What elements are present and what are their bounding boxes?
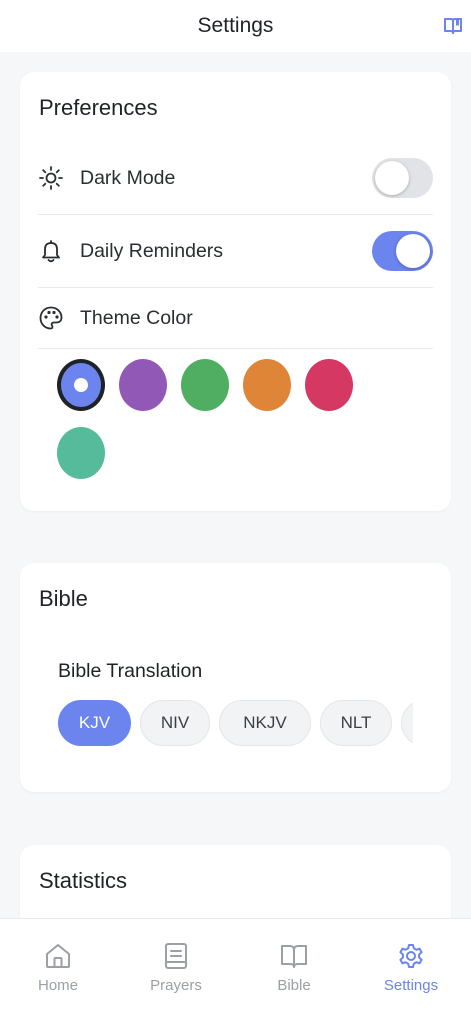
translation-pill[interactable]: NKJV xyxy=(219,700,311,746)
open-book-icon xyxy=(279,941,309,971)
theme-color-label: Theme Color xyxy=(80,306,193,329)
theme-color-swatch[interactable] xyxy=(119,359,167,411)
theme-color-swatch[interactable] xyxy=(181,359,229,411)
tab-bar: Home Prayers Bible Settings xyxy=(0,918,471,1024)
tab-home[interactable]: Home xyxy=(8,941,108,994)
tab-settings[interactable]: Settings xyxy=(361,941,461,994)
theme-color-swatch[interactable] xyxy=(305,359,353,411)
header: Settings xyxy=(0,0,471,52)
tab-label: Home xyxy=(37,977,78,994)
dark-mode-label: Dark Mode xyxy=(80,166,176,189)
tab-label: Bible xyxy=(277,977,311,994)
page-title: Settings xyxy=(197,14,274,37)
statistics-title: Statistics xyxy=(39,868,128,893)
translation-pill[interactable]: NIV xyxy=(140,700,210,746)
translation-pill-overflow[interactable] xyxy=(401,700,413,746)
translation-pill[interactable]: NLT xyxy=(320,700,392,746)
preferences-card: Preferences Dark Mode Daily Reminders Th… xyxy=(20,72,451,511)
preferences-title: Preferences xyxy=(39,95,158,120)
home-icon xyxy=(43,941,73,971)
prayers-icon xyxy=(161,941,191,971)
theme-color-row: Theme Color xyxy=(38,282,433,354)
theme-color-swatch[interactable] xyxy=(57,359,105,411)
selected-indicator xyxy=(74,378,88,392)
toggle-knob xyxy=(396,234,430,268)
daily-reminders-label: Daily Reminders xyxy=(80,239,224,262)
palette-icon xyxy=(38,305,64,331)
divider xyxy=(38,348,433,349)
dark-mode-toggle[interactable] xyxy=(372,158,433,198)
tab-label: Settings xyxy=(383,977,439,994)
tab-bible[interactable]: Bible xyxy=(244,941,344,994)
translation-list[interactable]: KJV NIV NKJV NLT xyxy=(58,700,413,748)
bible-title: Bible xyxy=(39,586,88,611)
theme-color-swatch[interactable] xyxy=(57,427,105,479)
toggle-knob xyxy=(375,161,409,195)
bell-icon xyxy=(38,238,64,264)
sun-icon xyxy=(38,165,64,191)
bible-translation-label: Bible Translation xyxy=(58,660,203,682)
bible-card: Bible Bible Translation KJV NIV NKJV NLT xyxy=(20,563,451,792)
translation-pill[interactable]: KJV xyxy=(58,700,131,746)
gear-icon xyxy=(396,941,426,971)
tab-label: Prayers xyxy=(150,977,202,994)
book-icon[interactable] xyxy=(443,16,463,36)
dark-mode-row[interactable]: Dark Mode xyxy=(38,142,433,214)
tab-prayers[interactable]: Prayers xyxy=(126,941,226,994)
theme-color-swatch[interactable] xyxy=(243,359,291,411)
daily-reminders-toggle[interactable] xyxy=(372,231,433,271)
daily-reminders-row[interactable]: Daily Reminders xyxy=(38,215,433,287)
